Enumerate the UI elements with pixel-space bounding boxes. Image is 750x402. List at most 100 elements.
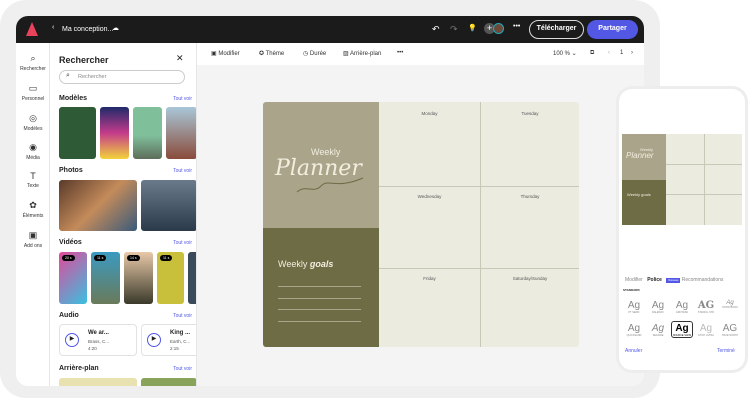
search-input[interactable]: ⌕ Rechercher xyxy=(59,70,185,84)
canvas-toolbar: ▣ Modifier ✪ Thème ◷ Durée ▨ Arrière-pla… xyxy=(197,43,644,65)
see-all-templates[interactable]: Tout voir xyxy=(173,96,192,102)
download-button[interactable]: Télécharger xyxy=(529,20,584,39)
phone-mockup: Planner Weekly Weekly goals Modifier Poli… xyxy=(616,86,748,373)
font-option[interactable]: Ag STORYBOOK xyxy=(719,300,741,309)
theme-button[interactable]: ✪ Thème xyxy=(259,50,284,57)
planner-title-block: Weekly Planner xyxy=(263,102,379,228)
font-option[interactable]: Ag STINT ULTRA xyxy=(695,323,717,337)
photo-thumb[interactable] xyxy=(59,180,137,231)
goal-line xyxy=(278,309,361,310)
day-friday: Friday xyxy=(423,276,436,281)
next-page-icon[interactable]: › xyxy=(631,50,633,56)
see-all-videos[interactable]: Tout voir xyxy=(173,240,192,246)
section-backgrounds: Arrière-plan xyxy=(59,365,99,372)
search-panel: Rechercher ✕ ⌕ Rechercher Modèles Tout vo… xyxy=(50,43,197,386)
search-icon: ⌕ xyxy=(30,53,36,63)
panel-title: Rechercher xyxy=(59,55,109,65)
phone-tabs: Modifier Police Nouveau Recommandations xyxy=(625,277,723,283)
app-window: ‹ Ma conception... ☁ ↶ ↷ 💡 + ••• Télécha… xyxy=(16,16,644,386)
rail-item-personal[interactable]: ▭ Personnel xyxy=(16,83,50,102)
more-icon[interactable]: ••• xyxy=(397,50,403,56)
duration-button[interactable]: ◷ Durée xyxy=(303,50,326,57)
rail-item-media[interactable]: ◉ Média xyxy=(16,142,50,161)
back-chevron-icon[interactable]: ‹ xyxy=(52,24,54,31)
share-button[interactable]: Partager xyxy=(587,20,638,39)
tab-recommendations[interactable]: Recommandations xyxy=(682,277,724,283)
video-thumb[interactable]: 14 s xyxy=(124,252,153,304)
see-all-photos[interactable]: Tout voir xyxy=(173,168,192,174)
day-wednesday: Wednesday xyxy=(417,194,442,199)
background-thumb[interactable] xyxy=(59,378,137,386)
addons-icon: ▣ xyxy=(28,230,38,240)
font-option[interactable]: Ag RALEWAY xyxy=(647,300,669,314)
font-option[interactable]: Ag QUICKSAND xyxy=(623,323,645,337)
section-audio: Audio xyxy=(59,312,79,319)
template-thumb[interactable] xyxy=(166,107,196,159)
video-thumb[interactable] xyxy=(188,252,196,304)
redo-icon[interactable]: ↷ xyxy=(450,24,458,35)
rail-item-elements[interactable]: ✿ Éléments xyxy=(16,200,50,219)
font-option[interactable]: AG TRUE NORTH xyxy=(719,323,741,337)
see-all-backgrounds[interactable]: Tout voir xyxy=(173,366,192,372)
play-icon[interactable]: ▶ xyxy=(147,333,161,347)
tab-font[interactable]: Police xyxy=(647,277,662,283)
phone-screen: Planner Weekly Weekly goals Modifier Poli… xyxy=(619,89,745,370)
day-monday: Monday xyxy=(421,111,438,116)
lightbulb-icon[interactable]: 💡 xyxy=(468,24,477,32)
tab-modify[interactable]: Modifier xyxy=(625,277,643,283)
video-thumb[interactable]: 20 s xyxy=(59,252,87,304)
more-icon[interactable]: ••• xyxy=(513,23,520,30)
play-icon[interactable]: ▶ xyxy=(65,333,79,347)
font-option[interactable]: Ag GROTESK xyxy=(671,300,693,314)
pages-icon[interactable]: ⧉ xyxy=(590,50,594,57)
done-button[interactable]: Terminé xyxy=(717,348,735,354)
background-thumb[interactable] xyxy=(141,378,196,386)
media-icon: ◉ xyxy=(29,142,37,152)
day-thursday: Thursday xyxy=(520,194,540,199)
left-rail: ⌕ Rechercher ▭ Personnel ◎ Modèles ◉ Média T… xyxy=(16,43,50,386)
font-option[interactable]: Ag PT SERIF xyxy=(623,300,645,314)
video-thumb[interactable]: 11 s xyxy=(91,252,120,304)
prev-page-icon[interactable]: ‹ xyxy=(608,50,610,56)
zoom-dropdown[interactable]: 100 % ⌄ xyxy=(553,50,577,57)
template-thumb[interactable] xyxy=(100,107,129,159)
search-icon: ⌕ xyxy=(66,72,70,79)
goal-line xyxy=(278,298,361,299)
close-icon[interactable]: ✕ xyxy=(176,53,184,64)
audio-card[interactable]: ▶ King ... Earth, C... 2:15 xyxy=(141,324,196,356)
rail-item-text[interactable]: T Texte xyxy=(16,171,50,189)
background-button[interactable]: ▨ Arrière-plan xyxy=(343,50,381,57)
avatar[interactable] xyxy=(493,23,504,34)
text-icon: T xyxy=(30,171,36,181)
section-photos: Photos xyxy=(59,167,83,174)
templates-icon: ◎ xyxy=(29,113,37,123)
day-tuesday: Tuesday xyxy=(521,111,539,116)
cancel-button[interactable]: Annuler xyxy=(625,348,642,354)
rail-item-search[interactable]: ⌕ Rechercher xyxy=(16,53,50,72)
weekly-planner-design[interactable]: Weekly Planner Weekly goals Monday Tuesd… xyxy=(263,102,579,347)
audio-card[interactable]: ▶ We ar... Brass, C... 4:20 xyxy=(59,324,137,356)
rail-item-addons[interactable]: ▣ Add ons xyxy=(16,230,50,249)
document-title[interactable]: Ma conception... xyxy=(62,26,113,33)
rail-item-templates[interactable]: ◎ Modèles xyxy=(16,113,50,132)
see-all-audio[interactable]: Tout voir xyxy=(173,313,192,319)
photo-thumb[interactable] xyxy=(141,180,196,231)
modify-button[interactable]: ▣ Modifier xyxy=(211,50,240,57)
font-section-label: STANDARD xyxy=(623,288,640,292)
template-thumb[interactable] xyxy=(133,107,162,159)
app-logo-icon[interactable] xyxy=(26,22,38,36)
day-weekend: Saturday/Sunday xyxy=(512,276,548,281)
section-templates: Modèles xyxy=(59,95,88,102)
video-thumb[interactable]: 11 s xyxy=(157,252,184,304)
template-thumb[interactable] xyxy=(59,107,96,159)
top-bar: ‹ Ma conception... ☁ ↶ ↷ 💡 + ••• Télécha… xyxy=(16,16,644,43)
font-option[interactable]: Ag SEASIDE xyxy=(647,323,669,337)
folder-icon: ▭ xyxy=(28,83,38,93)
page-number: 1 xyxy=(620,50,624,56)
font-option[interactable]: AG STENCIL STD xyxy=(695,300,717,314)
cloud-icon: ☁ xyxy=(112,25,119,32)
font-option-selected[interactable]: Ag SOURCE SANS xyxy=(671,321,693,338)
goal-line xyxy=(278,286,361,287)
squiggle-icon xyxy=(296,177,364,193)
undo-icon[interactable]: ↶ xyxy=(432,24,440,35)
